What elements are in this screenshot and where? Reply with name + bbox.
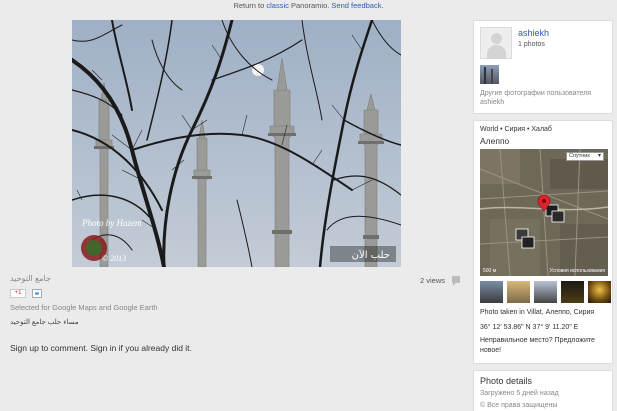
location-city: Алеппо xyxy=(480,136,510,146)
photo-details-card: Photo details Загружено 5 дней назад © В… xyxy=(473,370,613,411)
user-photo-count: 1 photos xyxy=(518,41,545,48)
photo-taken-in: Photo taken in Villat, Алеппо, Сирия xyxy=(480,309,595,316)
photo-description: مساء حلب جامع التوحيد xyxy=(10,319,79,326)
nearby-photo-thumbnail[interactable] xyxy=(534,281,557,303)
copyright-notice: © Все права защищены xyxy=(480,402,558,409)
selected-for-maps: Selected for Google Maps and Google Eart… xyxy=(10,303,158,312)
map-terms-link[interactable]: Условия использования xyxy=(550,268,606,274)
location-breadcrumb[interactable]: World • Сирия • Халаб xyxy=(480,126,552,133)
nearby-photos xyxy=(480,281,611,303)
map-scale: 500 м xyxy=(483,268,497,274)
notice-suffix: . xyxy=(381,1,384,10)
other-photos-link[interactable]: Другие фотографии пользователя ashiekh xyxy=(480,89,591,107)
watermark-left: Photo by Hazem xyxy=(81,218,142,228)
other-photos-user: ashiekh xyxy=(480,99,505,106)
comment-icon[interactable] xyxy=(452,276,460,286)
location-card: World • Сирия • Халаб Алеппо Спутник ▾ 5… xyxy=(473,120,613,364)
uploaded-date: Загружено 5 дней назад xyxy=(480,390,559,397)
suggest-location-link[interactable]: Неправильное место? Предложите новое! xyxy=(480,336,608,355)
photo-image: Photo by Hazem © 2013 حلب الآن xyxy=(72,20,401,267)
photo-title: جامع التوحيد xyxy=(10,274,51,283)
top-notice-bar: Return to classic Panoramio. Send feedba… xyxy=(0,0,617,14)
notice-middle: Panoramio. xyxy=(288,1,332,10)
nearby-photo-thumbnail[interactable] xyxy=(480,281,503,303)
user-card: ashiekh 1 photos Другие фотографии польз… xyxy=(473,20,613,114)
notice-prefix: Return to xyxy=(233,1,267,10)
google-plus-button[interactable]: +1 xyxy=(10,289,26,298)
map-type-select[interactable]: Спутник xyxy=(566,152,604,161)
nearby-photo-thumbnail[interactable] xyxy=(507,281,530,303)
photo-coordinates: 36° 12' 53.86" N 37° 9' 11.20" E xyxy=(480,324,579,331)
share-buttons: +1 xyxy=(10,289,42,298)
avatar[interactable] xyxy=(480,27,512,59)
satellite-map xyxy=(480,149,608,276)
photo-details-title: Photo details xyxy=(480,376,533,386)
signup-prompt[interactable]: Sign up to comment. Sign in if you alrea… xyxy=(10,343,192,353)
watermark-year: © 2013 xyxy=(102,254,126,263)
main-photo[interactable]: Photo by Hazem © 2013 حلب الآن xyxy=(72,20,401,267)
user-photo-thumbnail[interactable] xyxy=(480,65,499,84)
nearby-photo-thumbnail[interactable] xyxy=(588,281,611,303)
watermark-right: حلب الآن xyxy=(352,249,390,261)
classic-link[interactable]: classic xyxy=(266,1,289,10)
send-feedback-link[interactable]: Send feedback xyxy=(331,1,381,10)
view-count: 2 views xyxy=(420,276,446,285)
twitter-icon[interactable] xyxy=(32,289,42,298)
nearby-photo-thumbnail[interactable] xyxy=(561,281,584,303)
user-name-link[interactable]: ashiekh xyxy=(518,28,549,38)
location-map[interactable]: Спутник 500 м Условия использования xyxy=(480,149,608,276)
other-photos-label: Другие фотографии пользователя xyxy=(480,90,592,97)
photo-main-column: Photo by Hazem © 2013 حلب الآن جامع التو… xyxy=(0,14,466,411)
